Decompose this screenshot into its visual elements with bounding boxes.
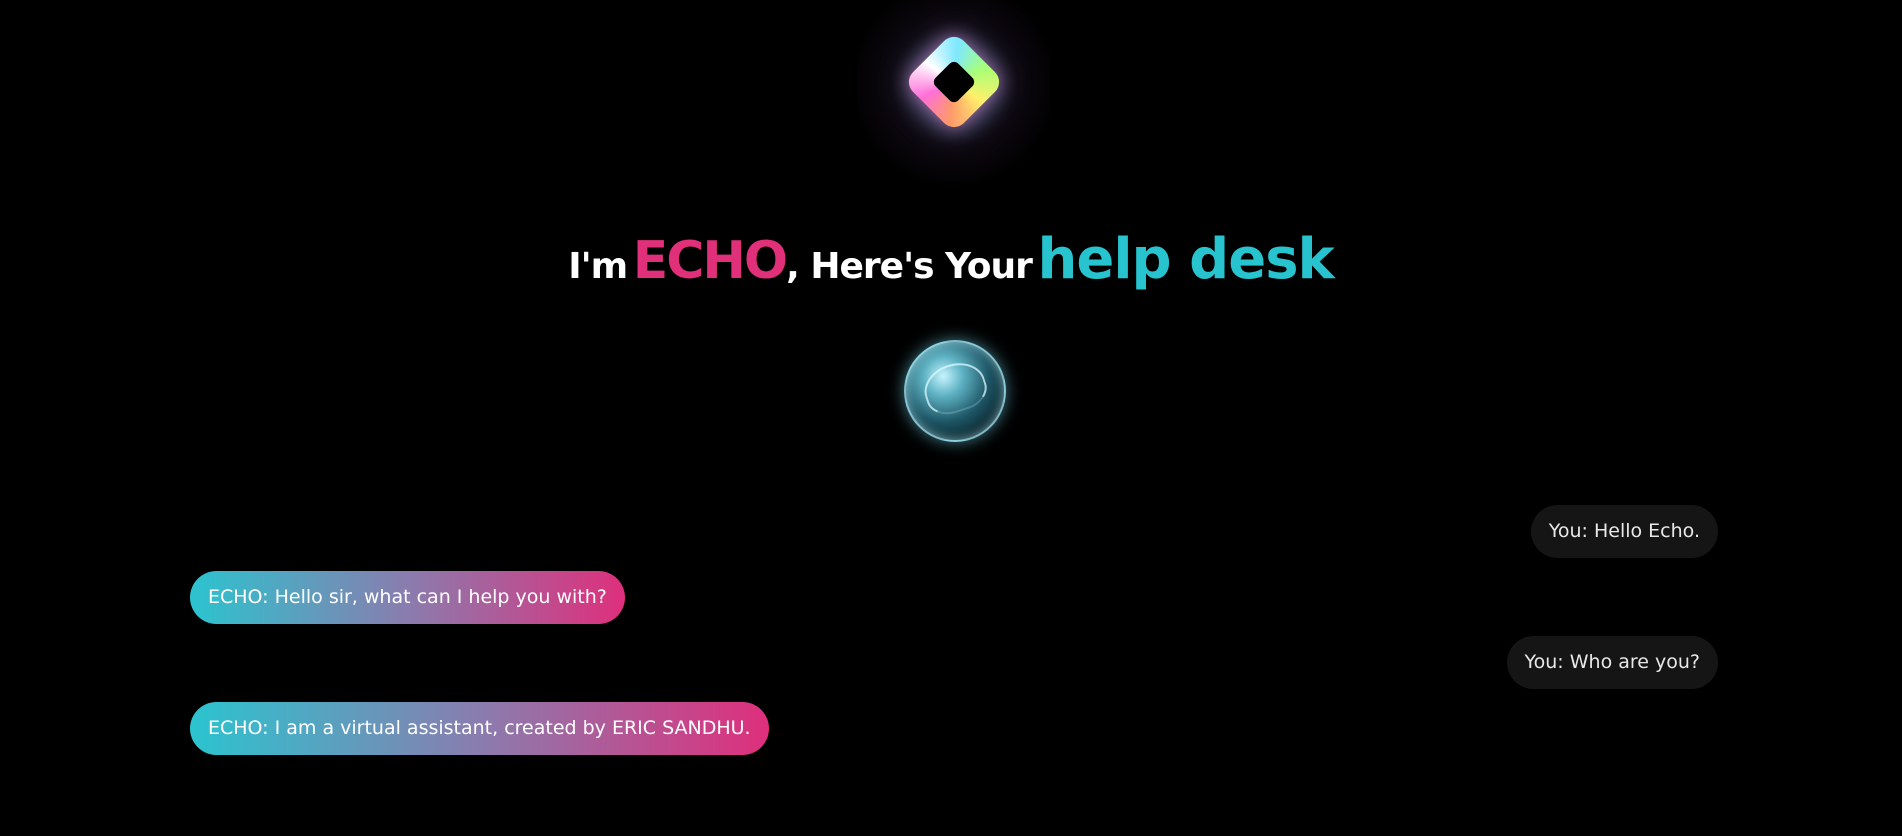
headline-middle: , Here's Your [786, 246, 1033, 287]
orb-inner-ring [918, 355, 992, 421]
user-message: You: Who are you? [1506, 636, 1718, 689]
bot-message: ECHO: I am a virtual assistant, created … [190, 702, 769, 755]
user-message: You: Hello Echo. [1530, 505, 1718, 558]
logo-container [858, 0, 1050, 186]
app-root: I'm ECHO, Here's Your help desk You: Hel… [0, 0, 1902, 836]
headline-highlight: help desk [1037, 227, 1335, 292]
headline-intro: I'm [568, 246, 628, 287]
bot-message: ECHO: Hello sir, what can I help you wit… [190, 571, 625, 624]
assistant-name: ECHO [632, 231, 788, 291]
headline: I'm ECHO, Here's Your help desk [0, 228, 1902, 305]
glowing-orb-icon [904, 340, 1006, 442]
voice-orb-button[interactable] [897, 330, 1013, 452]
